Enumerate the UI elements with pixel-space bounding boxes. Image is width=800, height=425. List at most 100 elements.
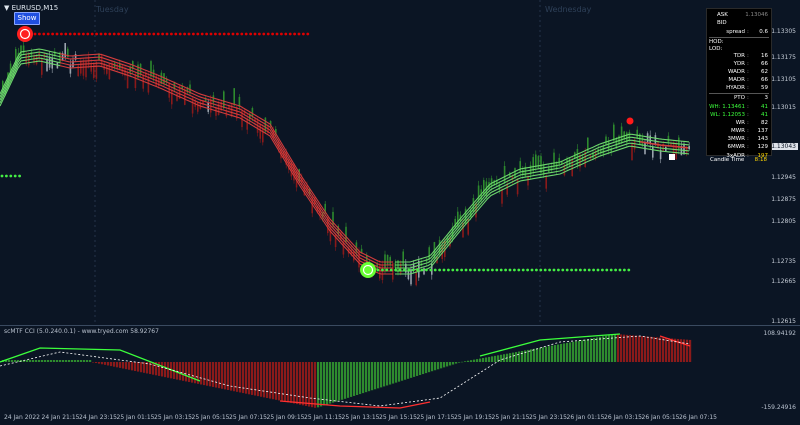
cci-bar <box>536 348 539 362</box>
signal-dot <box>42 32 46 36</box>
signal-dot <box>117 32 120 36</box>
cci-bar <box>44 360 47 362</box>
signal-dot <box>306 32 310 36</box>
cci-bar <box>425 362 428 374</box>
signal-dot <box>196 32 200 36</box>
signal-dot <box>583 268 587 272</box>
cci-chart[interactable] <box>0 326 760 412</box>
cci-bar <box>674 338 677 362</box>
signal-dot <box>187 32 191 36</box>
price-chart[interactable] <box>0 0 760 326</box>
signal-dot <box>170 32 173 36</box>
signal-dot <box>420 268 424 272</box>
cci-bar <box>596 337 599 362</box>
cci-bar <box>617 334 620 362</box>
signal-marker-bottom <box>360 262 376 278</box>
cci-bar <box>476 359 479 362</box>
cci-bar <box>410 362 413 378</box>
cci-bar <box>551 345 554 362</box>
cci-bar <box>191 362 194 383</box>
cci-bar <box>578 340 581 362</box>
signal-dot <box>627 268 631 272</box>
time-tick-label: 24 Jan 23:15 <box>79 414 117 421</box>
signal-dot <box>605 268 609 272</box>
cci-bar <box>521 350 524 362</box>
time-tick-label: 25 Jan 13:15 <box>341 414 380 421</box>
cci-bar <box>110 362 113 367</box>
cci-bar <box>245 362 248 394</box>
signal-dot <box>482 268 485 272</box>
cci-bar <box>650 336 653 362</box>
cci-bar <box>104 362 107 365</box>
cci-bar <box>272 362 275 400</box>
time-tick-label: 25 Jan 01:15 <box>116 414 155 421</box>
cci-bar <box>329 362 332 404</box>
info-row: MADR:66 <box>728 77 768 83</box>
signal-dot <box>284 32 288 36</box>
cci-bar <box>311 362 314 408</box>
signal-dot <box>126 32 129 36</box>
signal-dot <box>156 32 160 36</box>
cci-bar <box>260 362 263 397</box>
cci-bar <box>119 362 122 368</box>
day-label-tuesday: Tuesday <box>96 5 129 14</box>
cci-bar <box>590 338 593 362</box>
sell-signal-circle <box>17 26 33 42</box>
cci-bar <box>41 360 44 362</box>
info-row: HYADR:59 <box>726 85 768 91</box>
cci-lower-label: -159.24916 <box>761 404 796 411</box>
cci-bar <box>395 362 398 383</box>
signal-dot <box>174 32 178 36</box>
cci-bar <box>353 362 356 396</box>
cci-bar <box>26 360 29 362</box>
cci-bar <box>431 362 434 372</box>
cci-bar <box>212 362 215 387</box>
cci-bar <box>611 334 614 362</box>
price-tick-label: 1.12875 <box>771 196 796 203</box>
signal-dot <box>60 32 63 36</box>
cci-bar <box>404 362 407 380</box>
cci-bar <box>137 362 140 372</box>
cci-bar <box>362 362 365 394</box>
cci-bar <box>371 362 374 391</box>
time-tick-label: 24 Jan 2022 <box>4 414 40 421</box>
cci-bar <box>557 344 560 362</box>
price-tick-label: 1.12615 <box>771 318 796 325</box>
cci-bar <box>74 360 77 362</box>
cci-bar <box>134 362 137 371</box>
cci-bar <box>560 343 563 362</box>
show-button[interactable]: Show <box>14 12 40 25</box>
cci-bar <box>221 362 224 389</box>
cci-bar <box>488 356 491 362</box>
signal-dot <box>46 32 50 36</box>
price-tick-label: 1.12735 <box>771 258 796 265</box>
white-square-marker <box>669 154 675 160</box>
wr-row: WR : 82 <box>735 120 768 126</box>
signal-dot <box>134 32 138 36</box>
signal-dot <box>73 32 76 36</box>
signal-dot <box>38 32 41 36</box>
cci-bar <box>422 362 425 375</box>
cci-bar <box>368 362 371 392</box>
cci-bar <box>635 335 638 362</box>
cci-bar <box>533 348 536 362</box>
cci-bar <box>605 335 608 362</box>
cci-bar <box>479 358 482 362</box>
info-row: YDR:66 <box>733 61 768 67</box>
signal-dot <box>95 32 98 36</box>
signal-dot <box>218 32 222 36</box>
cci-bar <box>449 362 452 366</box>
cci-bar <box>455 362 458 364</box>
signal-dot <box>557 268 560 272</box>
signal-dot <box>183 32 187 36</box>
signal-dot <box>13 174 17 178</box>
price-tick-label: 1.13305 <box>771 28 796 35</box>
day-label-wednesday: Wednesday <box>545 5 592 14</box>
cci-bar <box>350 362 353 397</box>
signal-dot <box>398 268 402 272</box>
cci-bar <box>305 362 308 406</box>
signal-dot <box>495 268 499 272</box>
cci-bar <box>614 334 617 362</box>
signal-dot <box>473 268 477 272</box>
signal-dot <box>18 174 21 178</box>
